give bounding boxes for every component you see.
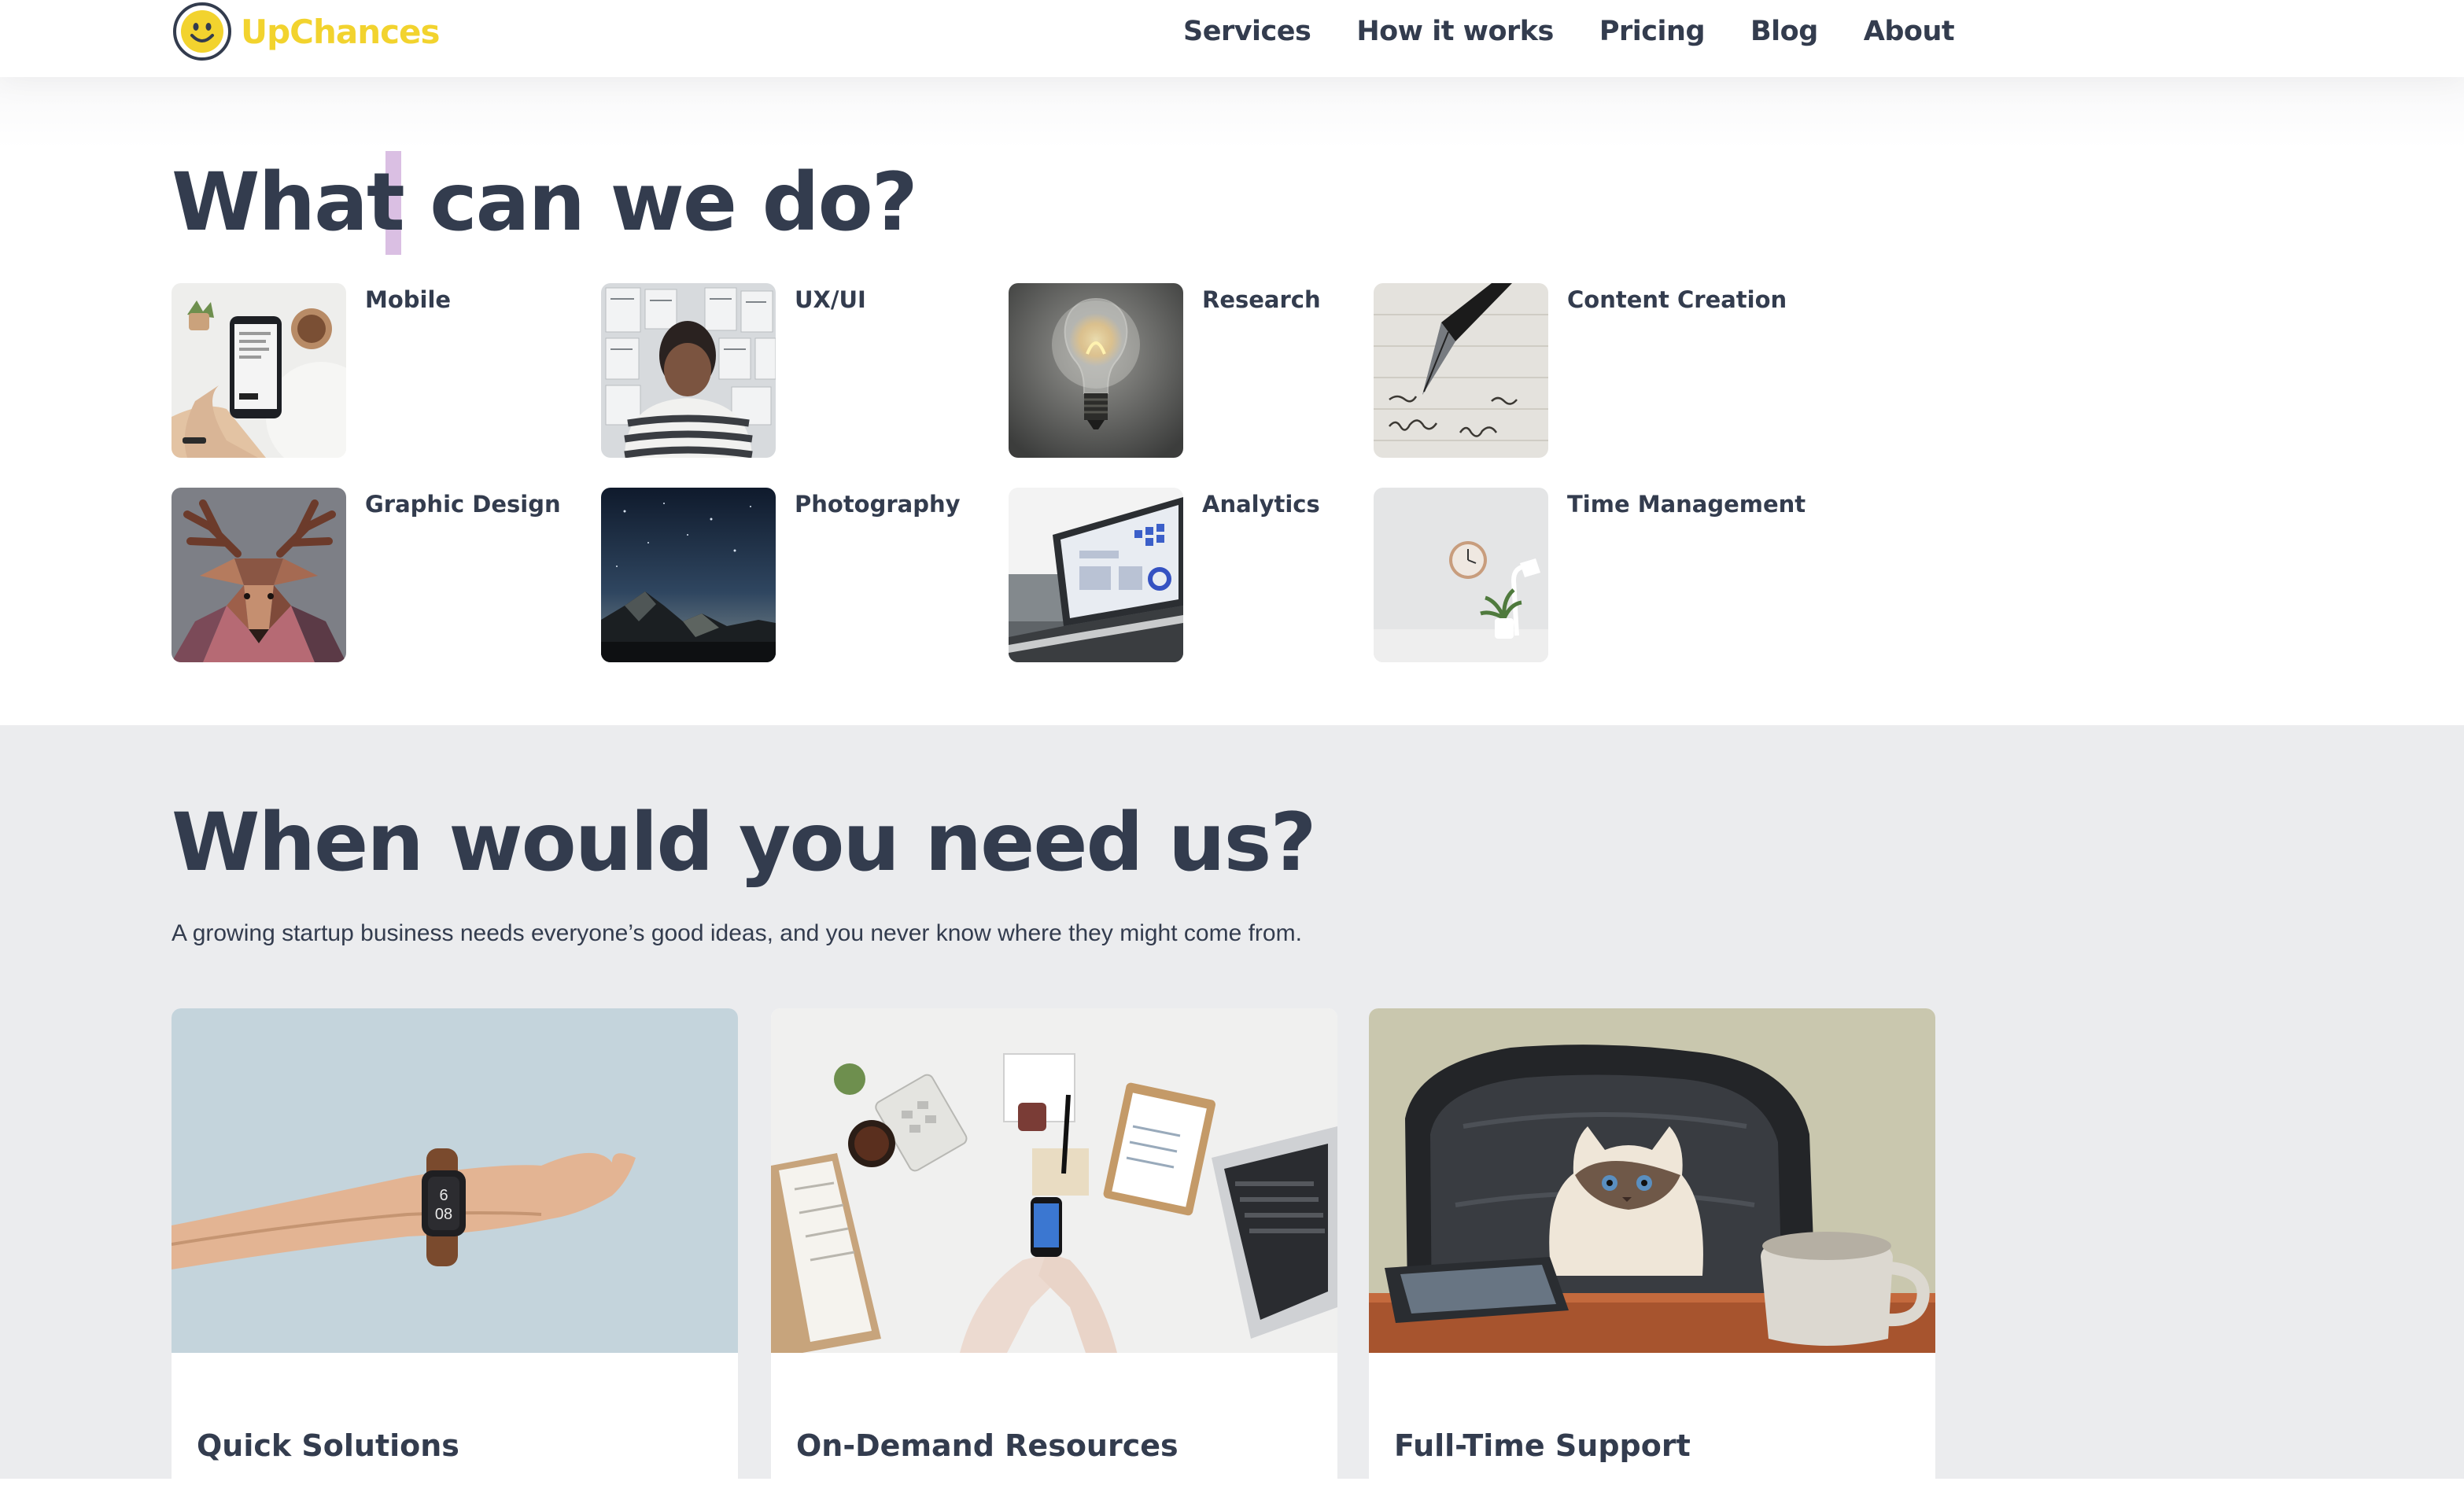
nav-blog[interactable]: Blog (1750, 16, 1818, 47)
card-quick-solutions[interactable]: 6 08 Quick Solutions (172, 1008, 738, 1496)
needs-section: When would you need us? A growing startu… (0, 725, 2464, 1496)
needs-lead-text: A growing startup business needs everyon… (172, 920, 1302, 946)
svg-text:08: 08 (435, 1206, 452, 1223)
wall-clock-photo-icon (1374, 488, 1548, 662)
services-heading: What can we do? (172, 156, 918, 249)
service-research[interactable]: Research (1009, 283, 1321, 458)
nav-about[interactable]: About (1864, 16, 1955, 47)
fountain-pen-photo-icon (1374, 283, 1548, 458)
site-header: UpChances Services How it works Pricing … (0, 0, 2464, 77)
service-mobile[interactable]: Mobile (172, 283, 451, 458)
card-on-demand-resources[interactable]: On-Demand Resources (771, 1008, 1337, 1496)
service-label: Time Management (1567, 491, 1806, 518)
card-full-time-support[interactable]: Full-Time Support (1369, 1008, 1935, 1496)
service-time-management[interactable]: Time Management (1374, 488, 1806, 662)
needs-heading: When would you need us? (172, 796, 1317, 890)
service-label: Mobile (365, 286, 452, 313)
services-section: What can we do? Mobile UX/UI Research Co… (0, 148, 2464, 725)
laptop-dashboard-photo-icon (1009, 488, 1183, 662)
svg-text:6: 6 (439, 1187, 448, 1204)
service-label: Graphic Design (365, 491, 561, 518)
card-title: On-Demand Resources (796, 1428, 1179, 1463)
service-content-creation[interactable]: Content Creation (1374, 283, 1787, 458)
nav-pricing[interactable]: Pricing (1599, 16, 1706, 47)
main-nav: Services How it works Pricing Blog About (1183, 0, 1955, 63)
low-poly-deer-photo-icon (172, 488, 346, 662)
cat-in-office-chair-photo-icon (1369, 1008, 1935, 1353)
service-label: Research (1202, 286, 1321, 313)
nav-services[interactable]: Services (1183, 16, 1311, 47)
desk-workspace-photo-icon (771, 1008, 1337, 1353)
card-title: Quick Solutions (197, 1428, 459, 1463)
wireframe-wall-photo-icon (601, 283, 776, 458)
header-shadow (0, 77, 2464, 148)
smiley-logo-icon (173, 2, 231, 61)
service-analytics[interactable]: Analytics (1009, 488, 1320, 662)
service-photography[interactable]: Photography (601, 488, 961, 662)
service-graphic-design[interactable]: Graphic Design (172, 488, 561, 662)
logo-link[interactable]: UpChances (172, 0, 441, 63)
service-ux-ui[interactable]: UX/UI (601, 283, 866, 458)
service-label: Content Creation (1567, 286, 1787, 313)
night-sky-photo-icon (601, 488, 776, 662)
card-title: Full-Time Support (1394, 1428, 1691, 1463)
wristwatch-photo-icon: 6 08 (172, 1008, 738, 1353)
lightbulb-photo-icon (1009, 283, 1183, 458)
service-label: Analytics (1202, 491, 1320, 518)
nav-how-it-works[interactable]: How it works (1356, 16, 1554, 47)
phone-photo-icon (172, 283, 346, 458)
logo-text: UpChances (241, 12, 441, 51)
service-label: Photography (795, 491, 961, 518)
service-label: UX/UI (795, 286, 866, 313)
